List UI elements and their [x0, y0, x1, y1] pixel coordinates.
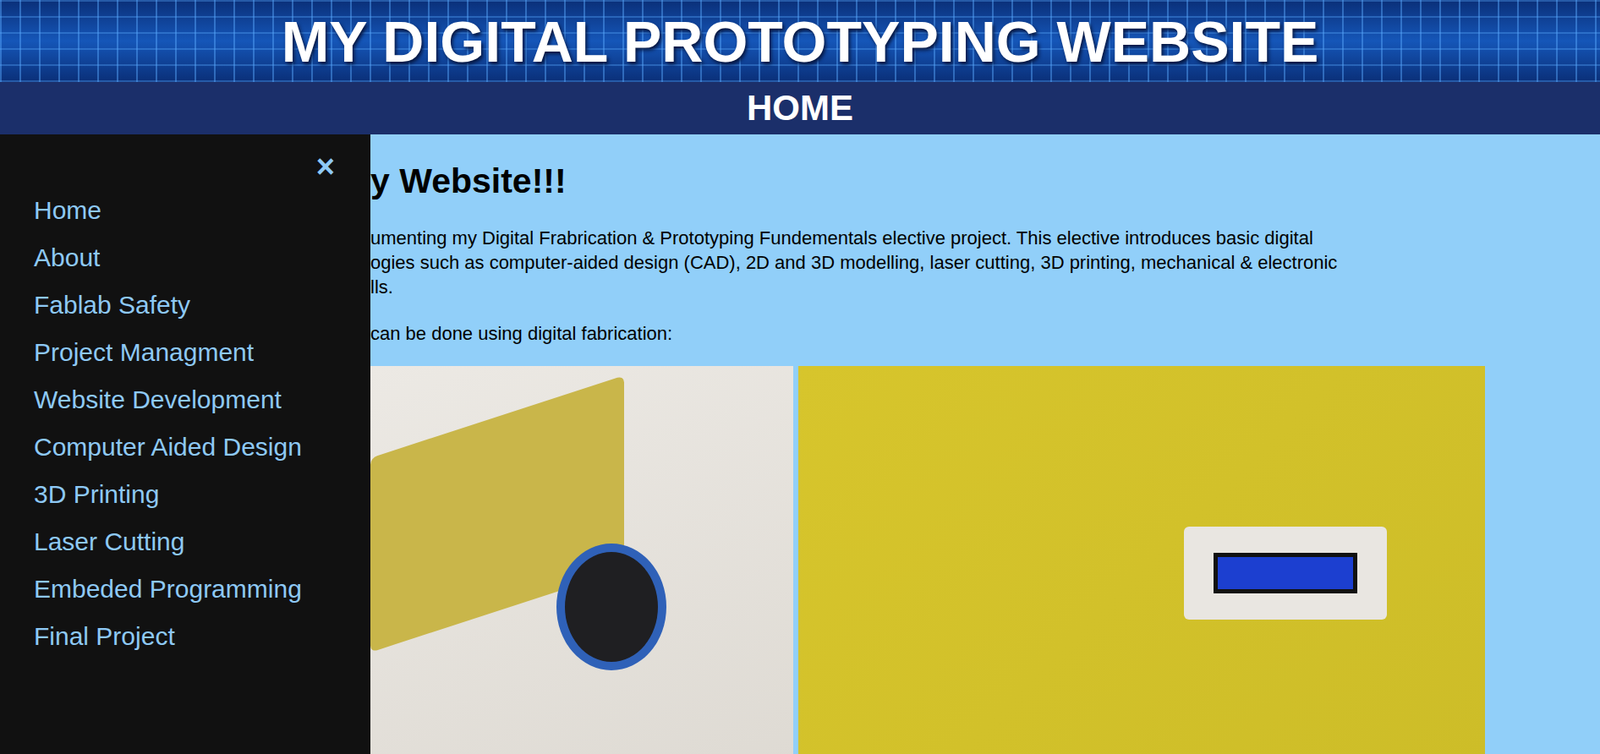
- welcome-heading: y Website!!!: [370, 159, 1600, 203]
- robot-photo[interactable]: [370, 366, 794, 754]
- screen-shape: [1213, 553, 1358, 594]
- photo-gallery: [370, 366, 1600, 754]
- page-title: HOME: [746, 87, 854, 130]
- site-banner: MY DIGITAL PROTOTYPING WEBSITE: [0, 0, 1600, 83]
- sidenav-item[interactable]: Embeded Programming: [0, 565, 307, 614]
- close-row: ×: [0, 151, 371, 182]
- side-navigation: × HomeAboutFablab SafetyProject Managment…: [0, 134, 371, 754]
- page-title-bar: HOME: [0, 82, 1600, 135]
- sidenav-item[interactable]: Project Managment: [0, 328, 307, 377]
- sidenav-item[interactable]: Laser Cutting: [0, 518, 307, 566]
- paragraph-line: lls.: [370, 274, 1600, 300]
- site-title: MY DIGITAL PROTOTYPING WEBSITE: [281, 7, 1320, 76]
- heart-rate-photo[interactable]: [798, 366, 1485, 754]
- sidenav-item[interactable]: 3D Printing: [0, 471, 307, 519]
- wheel-shape: [556, 543, 667, 671]
- page: MY DIGITAL PROTOTYPING WEBSITE HOME y Webs…: [0, 0, 1600, 754]
- sidenav-item[interactable]: Final Project: [0, 613, 307, 661]
- sidenav-item[interactable]: Computer Aided Design: [0, 423, 307, 472]
- sidenav-item[interactable]: Fablab Safety: [0, 281, 307, 329]
- paragraph-line: ogies such as computer-aided design (CAD…: [370, 250, 1600, 275]
- sidenav-item[interactable]: Home: [0, 186, 307, 235]
- sidenav-item[interactable]: Website Development: [0, 376, 307, 424]
- paragraph-line: can be done using digital fabrication:: [370, 321, 1600, 346]
- paragraph-line: umenting my Digital Frabrication & Proto…: [370, 225, 1600, 251]
- intro-paragraph: umenting my Digital Frabrication & Proto…: [370, 225, 1600, 300]
- sidenav-item[interactable]: About: [0, 234, 307, 282]
- intro-paragraph: can be done using digital fabrication:: [370, 321, 1600, 346]
- device-shape: [1183, 526, 1387, 620]
- close-icon[interactable]: ×: [316, 151, 335, 182]
